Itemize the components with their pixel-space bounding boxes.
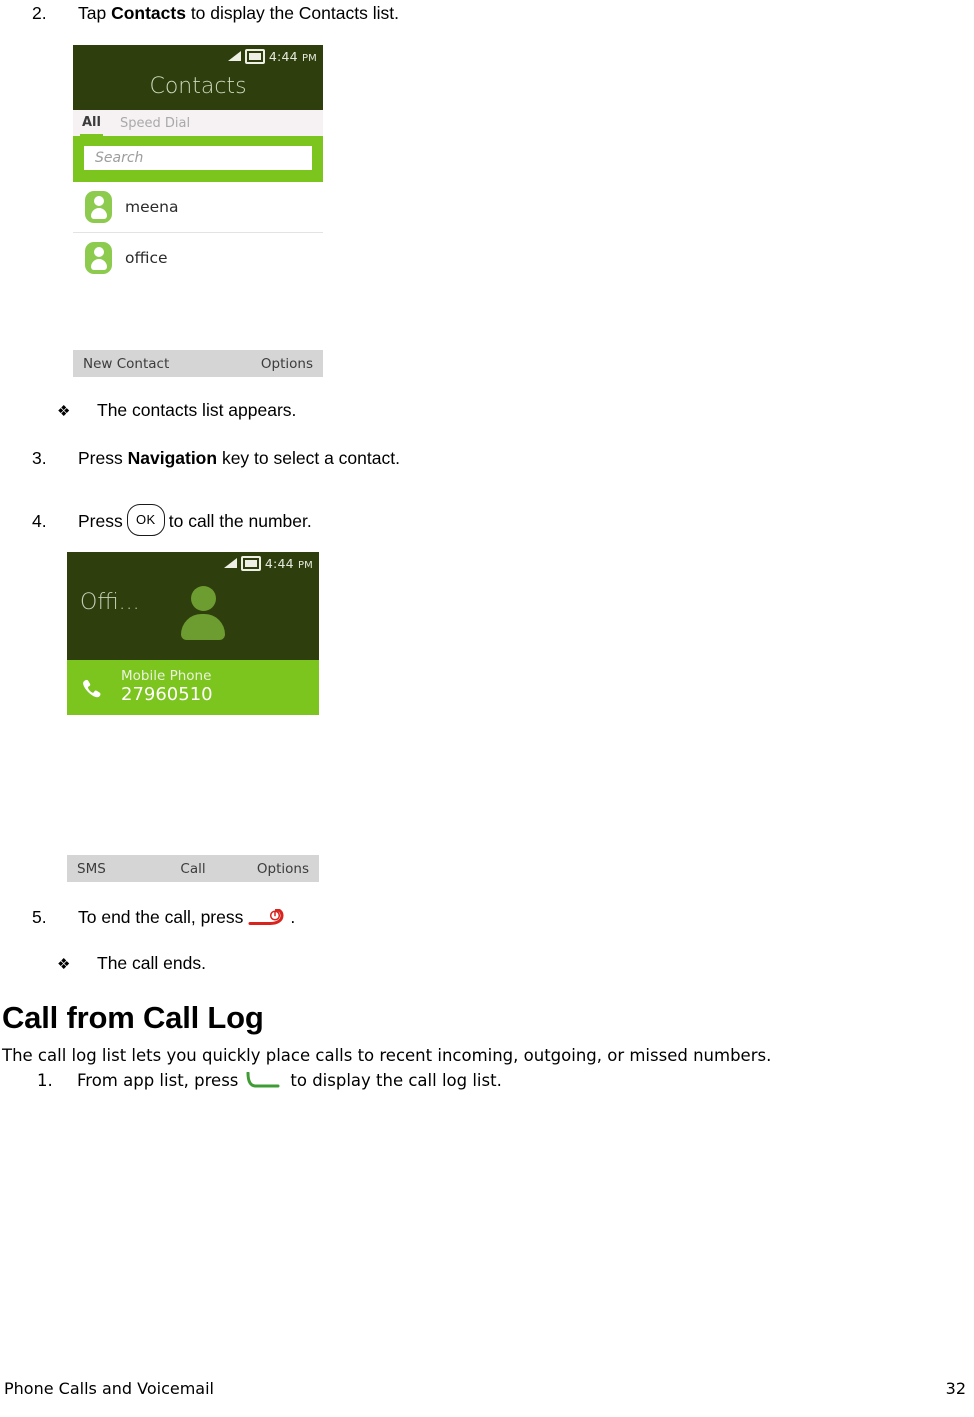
result-text: The contacts list appears. — [97, 400, 297, 420]
step-3-text: Press Navigation key to select a contact… — [78, 447, 400, 471]
large-person-head — [191, 586, 216, 611]
detail-status-bar: 4:44 PM — [67, 552, 319, 574]
detail-contact-name: Offi... — [80, 590, 140, 615]
step-2-bold: Contacts — [111, 3, 186, 23]
step-4-text: Press OK to call the number. — [78, 504, 312, 536]
signal-bars-icon — [227, 51, 241, 61]
heading-intro-text: The call log list lets you quickly place… — [2, 1046, 772, 1065]
result-text: The call ends. — [97, 953, 206, 973]
phone-screenshot-contact-detail: 4:44 PM Offi... Mobile Phone 27960510 SM… — [67, 552, 319, 882]
step-2: 2. Tap Contacts to display the Contacts … — [32, 2, 399, 26]
ok-key-icon: OK — [126, 504, 165, 536]
softkey-options[interactable]: Options — [257, 861, 309, 877]
tab-all[interactable]: All — [80, 115, 103, 137]
status-clock: 4:44 PM — [265, 556, 313, 571]
status-time: 4:44 — [268, 48, 298, 64]
end-call-key-icon — [248, 908, 288, 927]
contact-name: office — [125, 249, 168, 267]
signal-bars-icon — [223, 558, 237, 568]
phone-type-label: Mobile Phone — [121, 668, 212, 685]
step-5: 5. To end the call, press. — [32, 906, 295, 930]
step-3: 3. Press Navigation key to select a cont… — [32, 447, 400, 471]
step-call-log-1-text-before: From app list, press — [77, 1071, 239, 1090]
step-call-log-1: 1. From app list, press to display the ca… — [37, 1071, 502, 1090]
phone-screenshot-contacts: 4:44 PM Contacts All Speed Dial Search m… — [73, 45, 323, 377]
large-person-body — [181, 614, 225, 640]
phone-handset-icon — [81, 677, 103, 699]
step-5-text-after: . — [290, 907, 296, 927]
contacts-softkey-bar: New Contact Options — [73, 350, 323, 377]
status-clock: 4:44 PM — [269, 49, 317, 64]
contacts-topbar: 4:44 PM Contacts — [73, 45, 323, 110]
softkey-options[interactable]: Options — [261, 356, 313, 372]
send-call-key-icon — [244, 1071, 284, 1090]
contacts-app-title: Contacts — [149, 74, 247, 99]
step-2-text-before: Tap — [78, 3, 112, 23]
phone-number-row[interactable]: Mobile Phone 27960510 — [67, 660, 319, 715]
page-heading: Call from Call Log — [2, 1000, 264, 1035]
step-2-text: Tap Contacts to display the Contacts lis… — [78, 2, 399, 26]
step-4-number: 4. — [32, 511, 47, 531]
contact-name: meena — [125, 198, 179, 216]
step-call-log-1-text: From app list, press to display the call … — [77, 1071, 502, 1090]
step-3-number: 3. — [32, 448, 47, 468]
step-3-text-before: Press — [78, 448, 128, 468]
step-4-text-after: to call the number. — [168, 511, 312, 531]
step-4-text-before: Press — [78, 511, 123, 531]
search-input[interactable]: Search — [84, 146, 312, 170]
step-2-text-after: to display the Contacts list. — [185, 3, 399, 23]
person-avatar-icon — [85, 191, 112, 223]
tab-speed-dial[interactable]: Speed Dial — [120, 116, 190, 131]
phone-number-value: 27960510 — [121, 683, 213, 705]
status-ampm: PM — [297, 559, 313, 571]
battery-icon — [244, 48, 265, 64]
contacts-tab-row: All Speed Dial — [73, 110, 323, 137]
result-call-ends: ❖ The call ends. — [57, 952, 206, 976]
diamond-bullet-icon: ❖ — [57, 403, 71, 420]
page-footer: Phone Calls and Voicemail 32 — [0, 1379, 974, 1403]
document-page: 2. Tap Contacts to display the Contacts … — [0, 0, 974, 1417]
step-3-bold: Navigation — [127, 448, 218, 468]
contact-list-item[interactable]: office — [73, 232, 323, 283]
step-4: 4. Press OK to call the number. — [32, 504, 312, 536]
contacts-status-bar: 4:44 PM — [73, 45, 323, 67]
detail-topbar: 4:44 PM Offi... — [67, 552, 319, 660]
step-3-text-after: key to select a contact. — [217, 448, 400, 468]
step-5-number: 5. — [32, 907, 47, 927]
large-person-icon — [179, 586, 227, 640]
step-5-text-before: To end the call, press — [78, 907, 244, 927]
step-call-log-1-number: 1. — [37, 1071, 53, 1090]
contacts-search-zone: Search — [73, 136, 323, 182]
step-5-text: To end the call, press. — [78, 906, 295, 930]
softkey-new-contact[interactable]: New Contact — [83, 356, 169, 372]
softkey-sms[interactable]: SMS — [77, 861, 106, 877]
result-contacts-list-appears: ❖ The contacts list appears. — [57, 399, 296, 423]
diamond-bullet-icon: ❖ — [57, 956, 71, 973]
ok-key-label: OK — [136, 512, 156, 528]
contact-list-item[interactable]: meena — [73, 182, 323, 232]
battery-icon — [240, 555, 261, 571]
status-ampm: PM — [301, 52, 317, 64]
footer-page-number: 32 — [945, 1379, 966, 1398]
step-2-number: 2. — [32, 3, 47, 23]
footer-section-label: Phone Calls and Voicemail — [4, 1379, 214, 1398]
step-call-log-1-text-after: to display the call log list. — [290, 1071, 502, 1090]
phone-number-lines: Mobile Phone 27960510 — [121, 669, 213, 705]
detail-softkey-bar: SMS Call Options — [67, 855, 319, 882]
person-avatar-icon — [85, 242, 112, 274]
status-time: 4:44 — [264, 555, 294, 571]
softkey-call[interactable]: Call — [180, 861, 205, 877]
